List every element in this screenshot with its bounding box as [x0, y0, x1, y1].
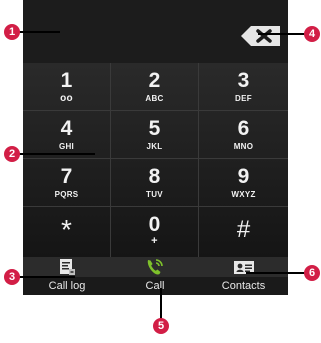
key-digit: 7 [60, 165, 73, 188]
key-7[interactable]: 7 PQRS [23, 159, 111, 207]
key-pound[interactable]: # [199, 207, 288, 257]
key-5[interactable]: 5 JKL [111, 111, 199, 159]
voicemail-label: oo [60, 93, 73, 104]
callout-4-badge: 4 [304, 26, 320, 42]
key-8[interactable]: 8 TUV [111, 159, 199, 207]
key-letters: PQRS [54, 190, 79, 199]
key-digit: 0 [148, 213, 161, 236]
key-letters: DEF [235, 94, 252, 103]
key-digit: * [61, 214, 72, 245]
call-log-label: Call log [48, 280, 86, 292]
backspace-icon [241, 26, 280, 46]
key-digit: 4 [60, 117, 73, 140]
callout-2-line [15, 153, 95, 155]
callout-3-badge: 3 [4, 269, 20, 285]
key-letters: + [151, 235, 158, 247]
callout-6-badge: 6 [304, 265, 320, 281]
backspace-button[interactable] [239, 23, 283, 49]
key-letters: MNO [233, 142, 254, 151]
contacts-button[interactable]: Contacts [199, 257, 288, 295]
phone-call-icon [147, 259, 163, 275]
callout-5-badge: 5 [153, 318, 169, 334]
key-1[interactable]: 1 oo [23, 63, 111, 111]
key-star[interactable]: * [23, 207, 111, 257]
callout-6-line [246, 272, 308, 274]
call-log-icon [60, 259, 75, 275]
dialer-screen: 1 oo 2 ABC 3 DEF 4 GHI 5 JKL 6 MNO 7 PQR… [23, 0, 288, 343]
key-letters: ABC [145, 94, 164, 103]
key-3[interactable]: 3 DEF [199, 63, 288, 111]
key-digit: 9 [237, 165, 250, 188]
key-9[interactable]: 9 WXYZ [199, 159, 288, 207]
key-digit: 6 [237, 117, 250, 140]
contacts-icon [233, 261, 254, 274]
key-letters: JKL [146, 142, 163, 151]
call-label: Call [145, 280, 165, 292]
key-digit: 5 [148, 117, 161, 140]
key-0[interactable]: 0 + [111, 207, 199, 257]
call-button[interactable]: Call [111, 257, 199, 295]
key-digit: 8 [148, 165, 161, 188]
key-4[interactable]: 4 GHI [23, 111, 111, 159]
key-letters: TUV [146, 190, 163, 199]
key-6[interactable]: 6 MNO [199, 111, 288, 159]
callout-1-badge: 1 [4, 24, 20, 40]
callout-2-badge: 2 [4, 146, 20, 162]
callout-3-line [15, 276, 75, 278]
key-letters: GHI [58, 142, 75, 151]
callout-1-line [15, 31, 60, 33]
key-digit: 3 [237, 69, 250, 92]
key-digit: # [236, 216, 251, 243]
key-letters: WXYZ [231, 190, 256, 199]
dial-keypad: 1 oo 2 ABC 3 DEF 4 GHI 5 JKL 6 MNO 7 PQR… [23, 63, 288, 257]
key-2[interactable]: 2 ABC [111, 63, 199, 111]
contacts-label: Contacts [221, 280, 266, 292]
callout-4-line [258, 33, 308, 35]
callout-5-line [160, 288, 162, 320]
key-digit: 2 [148, 69, 161, 92]
key-digit: 1 [60, 69, 73, 92]
